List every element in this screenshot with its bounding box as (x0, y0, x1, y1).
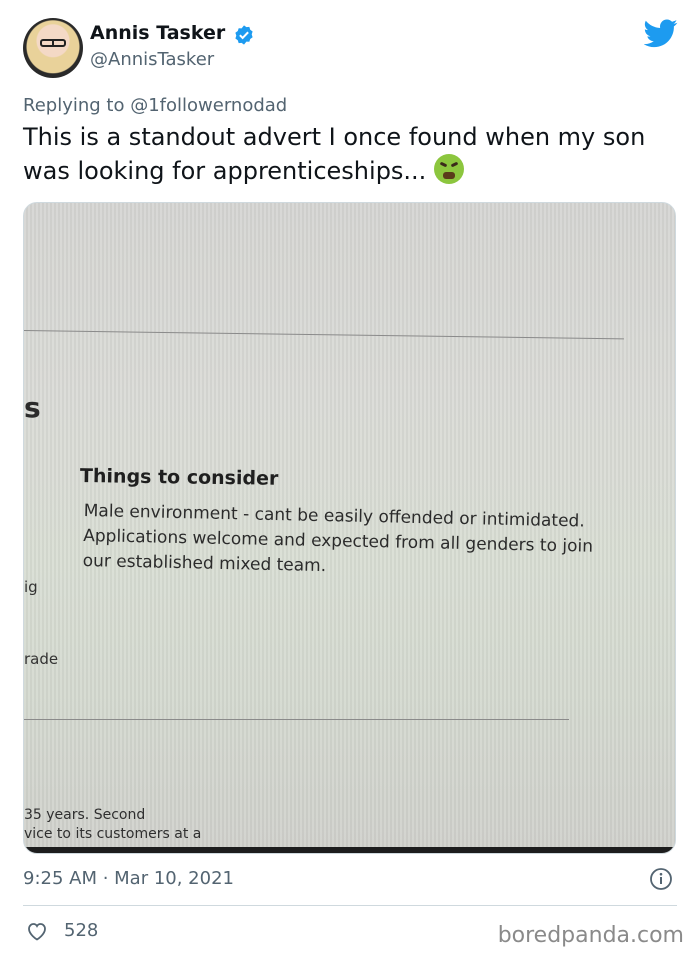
photo-ad-body: Male environment - cant be easily offend… (82, 500, 594, 577)
replying-prefix: Replying to (23, 95, 125, 116)
action-divider (23, 905, 677, 906)
glasses-icon (40, 39, 66, 47)
replying-to: Replying to @1followernodad (23, 95, 287, 116)
tweet-photo[interactable]: s Things to consider Male environment - … (23, 202, 676, 854)
photo-fragment-rade: rade (24, 650, 59, 668)
avatar[interactable] (23, 18, 83, 78)
verified-badge-icon (235, 25, 253, 45)
tweet-text: This is a standout advert I once found w… (23, 121, 663, 188)
tweet-timestamp[interactable]: 9:25 AM · Mar 10, 2021 (23, 868, 234, 889)
reply-mention-link[interactable]: @1followernodad (130, 95, 287, 116)
display-name[interactable]: Annis Tasker (90, 22, 225, 44)
photo-bottom-line-1: 35 years. Second (24, 807, 146, 823)
photo-bottom-line-2: vice to its customers at a (24, 826, 202, 842)
photo-fragment-ig: ig (24, 578, 38, 596)
info-icon[interactable] (649, 867, 673, 891)
photo-bottom-edge (24, 847, 675, 853)
heart-icon[interactable] (25, 919, 49, 943)
like-count: 528 (64, 920, 99, 941)
user-handle[interactable]: @AnnisTasker (90, 49, 214, 70)
twitter-bird-icon[interactable] (644, 19, 678, 48)
photo-ad-heading: Things to consider (79, 465, 279, 490)
photo-bottom-text: 35 years. Second vice to its customers a… (24, 806, 201, 844)
tweet-body: This is a standout advert I once found w… (23, 123, 646, 185)
nauseated-face-emoji-icon (434, 154, 465, 184)
photo-section-letter: s (24, 391, 41, 424)
watermark: boredpanda.com (497, 923, 684, 948)
photo-divider-bottom (24, 719, 569, 720)
